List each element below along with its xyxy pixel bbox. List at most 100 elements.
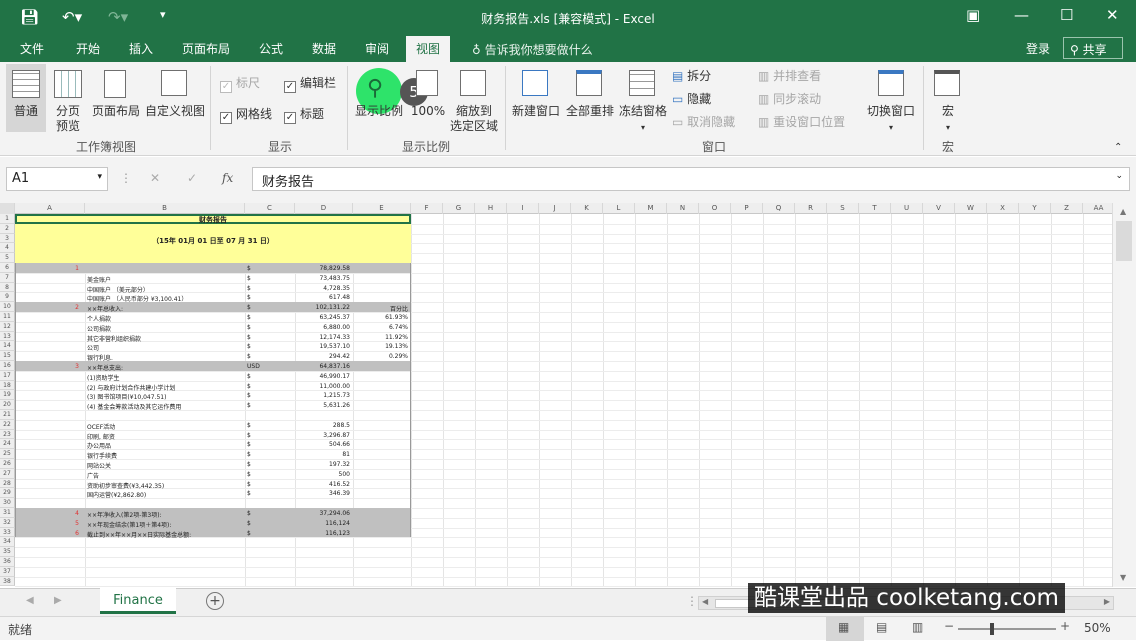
scroll-left-icon[interactable]: ◀ [702,597,708,606]
maximize-icon[interactable]: ☐ [1060,6,1073,24]
row-header[interactable]: 29 [0,488,15,499]
column-header[interactable]: A [15,203,85,214]
column-header[interactable]: L [603,203,635,214]
column-header[interactable]: Y [1019,203,1051,214]
row-header[interactable]: 33 [0,527,15,538]
row-header[interactable]: 11 [0,312,15,322]
headings-checkbox[interactable]: ✓ 标题 [284,107,324,124]
minimize-icon[interactable]: — [1014,6,1029,24]
sync-scroll-button[interactable]: ▥ 同步滚动 [758,92,821,107]
row-header[interactable]: 18 [0,380,15,391]
zoom-to-selection-button[interactable]: 缩放到 选定区域 [448,64,500,134]
hide-button[interactable]: ▭ 隐藏 [672,92,711,107]
row-header[interactable]: 15 [0,351,15,361]
switch-windows-button[interactable]: 切换窗口 ▾ [864,64,918,134]
tab-insert[interactable]: 插入 [129,40,153,57]
column-header[interactable]: O [699,203,731,214]
formula-input[interactable]: 财务报告 ⌄ [252,167,1130,191]
column-header[interactable]: AA [1083,203,1112,214]
tab-splitter-icon[interactable]: ⋮ [686,594,698,608]
row-header[interactable]: 1 [0,214,15,224]
column-header[interactable]: K [571,203,603,214]
column-header[interactable]: B [85,203,245,214]
page-layout-button[interactable]: 页面布局 [90,64,140,134]
row-header[interactable]: 10 [0,302,15,312]
normal-view-status-button[interactable]: ▦ [826,617,864,641]
page-break-preview-button[interactable]: 分页 预览 [50,64,86,134]
column-header[interactable]: I [507,203,539,214]
unhide-button[interactable]: ▭ 取消隐藏 [672,115,735,130]
row-header[interactable]: 35 [0,547,15,557]
row-header[interactable]: 31 [0,508,15,518]
zoom-level[interactable]: 50% [1084,621,1111,635]
scroll-right-icon[interactable]: ▶ [1104,597,1110,606]
freeze-panes-button[interactable]: 冻结窗格 ▾ [617,64,669,134]
zoom-100-button[interactable]: 100% [410,64,446,134]
column-header[interactable]: D [295,203,353,214]
page-layout-status-icon[interactable]: ▤ [876,620,887,634]
row-header[interactable]: 3 [0,233,15,244]
row-header[interactable]: 4 [0,243,15,254]
reset-window-position-button[interactable]: ▥ 重设窗口位置 [758,115,845,130]
cancel-icon[interactable]: ✕ [150,171,160,185]
new-window-button[interactable]: 新建窗口 [510,64,562,134]
row-header[interactable]: 36 [0,557,15,567]
zoom-slider-thumb[interactable] [990,623,994,635]
macros-button[interactable]: 宏 ▾ [928,64,968,134]
tab-review[interactable]: 审阅 [365,40,389,57]
row-header[interactable]: 7 [0,272,15,283]
name-box[interactable]: A1 ▾ [6,167,108,191]
scroll-thumb[interactable] [1116,221,1132,261]
column-header[interactable]: G [443,203,475,214]
prev-sheet-icon[interactable]: ◀ [26,595,34,606]
scroll-down-icon[interactable]: ▼ [1120,573,1126,582]
share-button[interactable]: ⚲ 共享 [1063,37,1123,59]
row-header[interactable]: 27 [0,468,15,479]
page-break-status-icon[interactable]: ▥ [912,620,923,634]
sheet-tab-finance[interactable]: Finance [100,588,176,614]
column-header[interactable]: Q [763,203,795,214]
row-header[interactable]: 12 [0,321,15,332]
column-header[interactable]: S [827,203,859,214]
add-sheet-icon[interactable]: + [206,592,224,610]
row-header[interactable]: 26 [0,459,15,469]
formula-bar-checkbox[interactable]: ✓ 编辑栏 [284,76,336,93]
row-header[interactable]: 14 [0,341,15,352]
normal-view-button[interactable]: 普通 [6,64,46,132]
row-header[interactable]: 21 [0,410,15,420]
tab-formulas[interactable]: 公式 [259,40,283,57]
close-icon[interactable]: ✕ [1106,6,1119,24]
next-sheet-icon[interactable]: ▶ [54,595,62,606]
row-header[interactable]: 8 [0,282,15,293]
row-header[interactable]: 38 [0,576,15,587]
column-header[interactable]: F [411,203,443,214]
tab-home[interactable]: 开始 [76,40,100,57]
row-header[interactable]: 25 [0,449,15,459]
arrange-all-button[interactable]: 全部重排 [564,64,616,134]
column-header[interactable]: M [635,203,667,214]
column-header[interactable]: E [353,203,411,214]
insert-function-icon[interactable]: fx [222,171,233,185]
tell-me-box[interactable]: ♁ 告诉我你想要做什么 [472,41,593,58]
row-header[interactable]: 34 [0,537,15,548]
column-header[interactable]: J [539,203,571,214]
row-header[interactable]: 16 [0,361,15,371]
gridlines-checkbox[interactable]: ✓ 网格线 [220,107,272,124]
column-header[interactable]: T [859,203,891,214]
row-header[interactable]: 32 [0,517,15,528]
zoom-slider[interactable] [958,623,1056,635]
column-header[interactable]: N [667,203,699,214]
collapse-ribbon-icon[interactable]: ⌃ [1114,140,1122,155]
tab-file[interactable]: 文件 [20,40,44,57]
split-button[interactable]: ▤ 拆分 [672,69,711,84]
tab-view[interactable]: 视图 [406,36,451,62]
zoom-out-button[interactable]: − [944,619,954,633]
row-header[interactable]: 2 [0,223,15,234]
row-header[interactable]: 37 [0,566,15,577]
custom-views-button[interactable]: 自定义视图 [144,64,205,134]
zoom-button[interactable]: ⚲ 显示比例 [352,64,406,134]
column-header[interactable]: V [923,203,955,214]
select-all-corner[interactable] [0,203,15,214]
column-header[interactable]: C [245,203,295,214]
row-header[interactable]: 24 [0,439,15,450]
